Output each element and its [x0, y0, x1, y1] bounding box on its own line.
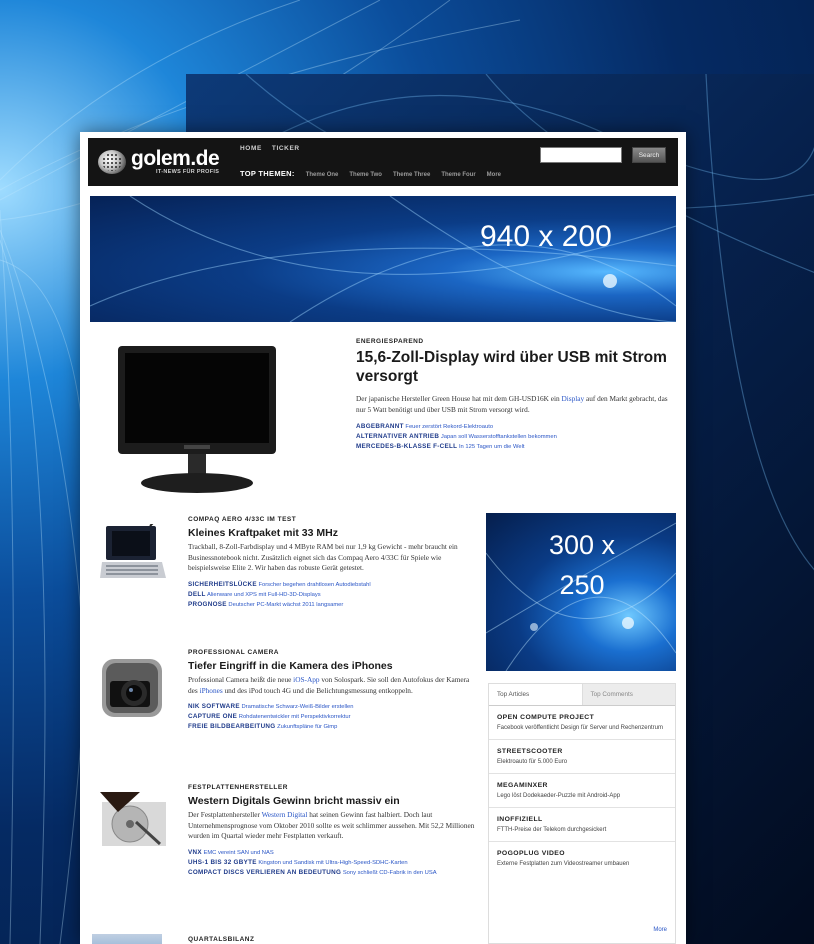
article-kicker: QUARTALSBILANZ: [188, 936, 255, 943]
article-title[interactable]: Kleines Kraftpaket mit 33 MHz: [188, 526, 478, 540]
article-compaq: COMPAQ AERO 4/33C IM TEST Kleines Kraftp…: [96, 516, 476, 628]
monitor-image[interactable]: [116, 344, 278, 496]
related-link[interactable]: CAPTURE ONE Rohdatenentwickler mit Persp…: [188, 712, 478, 722]
ios-app-link[interactable]: iOS-App: [293, 675, 319, 684]
ad-size-label: 300 x 250: [548, 530, 616, 600]
logo[interactable]: golem.de IT-NEWS FÜR PROFIS: [88, 138, 234, 186]
western-digital-link[interactable]: Western Digital: [262, 810, 308, 819]
related-link[interactable]: VNX EMC vereint SAN und NAS: [188, 848, 478, 858]
banner-size-label: 940 x 200: [480, 220, 612, 253]
iphones-link[interactable]: iPhones: [200, 686, 223, 695]
article-western-digital: FESTPLATTENHERSTELLER Western Digitals G…: [96, 784, 476, 924]
top-article-item[interactable]: STREETSCOOTER Elektroauto für 5.000 Euro: [489, 740, 675, 774]
article-related-links: NIK SOFTWARE Dramatische Schwarz-Weiß-Bi…: [188, 702, 478, 732]
article-title[interactable]: Western Digitals Gewinn bricht massiv ei…: [188, 794, 478, 808]
nav-home-link[interactable]: HOME: [240, 145, 262, 152]
related-link[interactable]: SICHERHEITSLÜCKE Forscher begehen drahtl…: [188, 580, 478, 590]
article-related-links: SICHERHEITSLÜCKE Forscher begehen drahtl…: [188, 580, 478, 610]
banner-light-graphic: [90, 196, 676, 322]
theme-link-2[interactable]: Theme Two: [349, 172, 382, 178]
related-link[interactable]: MERCEDES-B-KLASSE F-CELL In 125 Tagen um…: [356, 442, 674, 452]
search-input[interactable]: [540, 147, 622, 163]
camera-app-thumbnail[interactable]: [100, 657, 168, 719]
theme-link-4[interactable]: Theme Four: [441, 172, 475, 178]
widget-tabs: Top Articles Top Comments: [489, 684, 675, 706]
article-description: Der Festplattenhersteller Western Digita…: [188, 810, 475, 840]
tab-top-articles[interactable]: Top Articles: [489, 684, 583, 705]
feature-kicker: ENERGIESPAREND: [356, 338, 424, 345]
top-article-item[interactable]: OPEN COMPUTE PROJECT Facebook veröffentl…: [489, 706, 675, 740]
article-kicker: COMPAQ AERO 4/33C IM TEST: [188, 516, 297, 523]
top-article-item[interactable]: POGOPLUG VIDEO Externe Festplatten zum V…: [489, 842, 675, 875]
nav-ticker-link[interactable]: TICKER: [272, 145, 300, 152]
sidebar-ad[interactable]: 300 x 250: [486, 513, 676, 671]
feature-title[interactable]: 15,6-Zoll-Display wird über USB mit Stro…: [356, 348, 674, 386]
hard-drive-thumbnail[interactable]: [100, 792, 168, 854]
tab-top-comments[interactable]: Top Comments: [582, 684, 675, 705]
logo-name: golem.de: [131, 147, 220, 170]
quarterly-thumbnail[interactable]: [92, 934, 162, 944]
article-kicker: FESTPLATTENHERSTELLER: [188, 784, 288, 791]
related-link[interactable]: UHS-1 BIS 32 GBYTE Kingston und Sandisk …: [188, 858, 478, 868]
top-navigation-bar: golem.de IT-NEWS FÜR PROFIS HOME TICKER …: [88, 138, 678, 186]
feature-article: ENERGIESPAREND 15,6-Zoll-Display wird üb…: [356, 338, 674, 452]
article-description: Professional Camera heißt die neue iOS-A…: [188, 675, 470, 695]
more-link[interactable]: More: [653, 927, 667, 933]
related-link[interactable]: FREIE BILDBEARBEITUNG Zukunftspläne für …: [188, 722, 478, 732]
top-themes-nav: TOP THEMEN: Theme One Theme Two Theme Th…: [240, 169, 501, 178]
theme-link-1[interactable]: Theme One: [306, 172, 339, 178]
feature-related-links: ABGEBRANNT Feuer zerstört Rekord-Elektro…: [356, 422, 674, 452]
feature-description: Der japanische Hersteller Green House ha…: [356, 394, 668, 414]
top-articles-widget: Top Articles Top Comments OPEN COMPUTE P…: [488, 683, 676, 944]
top-themes-label: TOP THEMEN:: [240, 169, 295, 178]
related-link[interactable]: ABGEBRANNT Feuer zerstört Rekord-Elektro…: [356, 422, 674, 432]
article-related-links: VNX EMC vereint SAN und NAS UHS-1 BIS 32…: [188, 848, 478, 878]
related-link[interactable]: PROGNOSE Deutscher PC-Markt wächst 2011 …: [188, 600, 478, 610]
article-description: Trackball, 8-Zoll-Farbdisplay und 4 MByt…: [188, 542, 458, 572]
related-link[interactable]: ALTERNATIVER ANTRIEB Japan soll Wasserst…: [356, 432, 674, 442]
top-article-item[interactable]: MEGAMINXER Lego löst Dodekaeder-Puzzle m…: [489, 774, 675, 808]
banner-ad[interactable]: 940 x 200: [90, 196, 676, 322]
top-article-item[interactable]: INOFFIZIELL FTTH-Preise der Telekom durc…: [489, 808, 675, 842]
display-link[interactable]: Display: [561, 394, 584, 403]
theme-link-3[interactable]: Theme Three: [393, 172, 430, 178]
related-link[interactable]: COMPACT DISCS VERLIEREN AN BEDEUTUNG Son…: [188, 868, 478, 878]
article-title[interactable]: Tiefer Eingriff in die Kamera des iPhone…: [188, 659, 478, 673]
top-nav-links: HOME TICKER: [240, 145, 300, 152]
article-camera: PROFESSIONAL CAMERA Tiefer Eingriff in d…: [96, 649, 476, 761]
theme-more-link[interactable]: More: [487, 172, 501, 178]
related-link[interactable]: DELL Alienware und XPS mit Full-HD-3D-Di…: [188, 590, 478, 600]
globe-icon: [98, 150, 126, 174]
laptop-thumbnail[interactable]: [100, 524, 168, 586]
logo-tagline: IT-NEWS FÜR PROFIS: [156, 169, 220, 175]
related-link[interactable]: NIK SOFTWARE Dramatische Schwarz-Weiß-Bi…: [188, 702, 478, 712]
website-page: golem.de IT-NEWS FÜR PROFIS HOME TICKER …: [80, 132, 686, 944]
search-button[interactable]: Search: [632, 147, 666, 163]
article-kicker: PROFESSIONAL CAMERA: [188, 649, 279, 656]
